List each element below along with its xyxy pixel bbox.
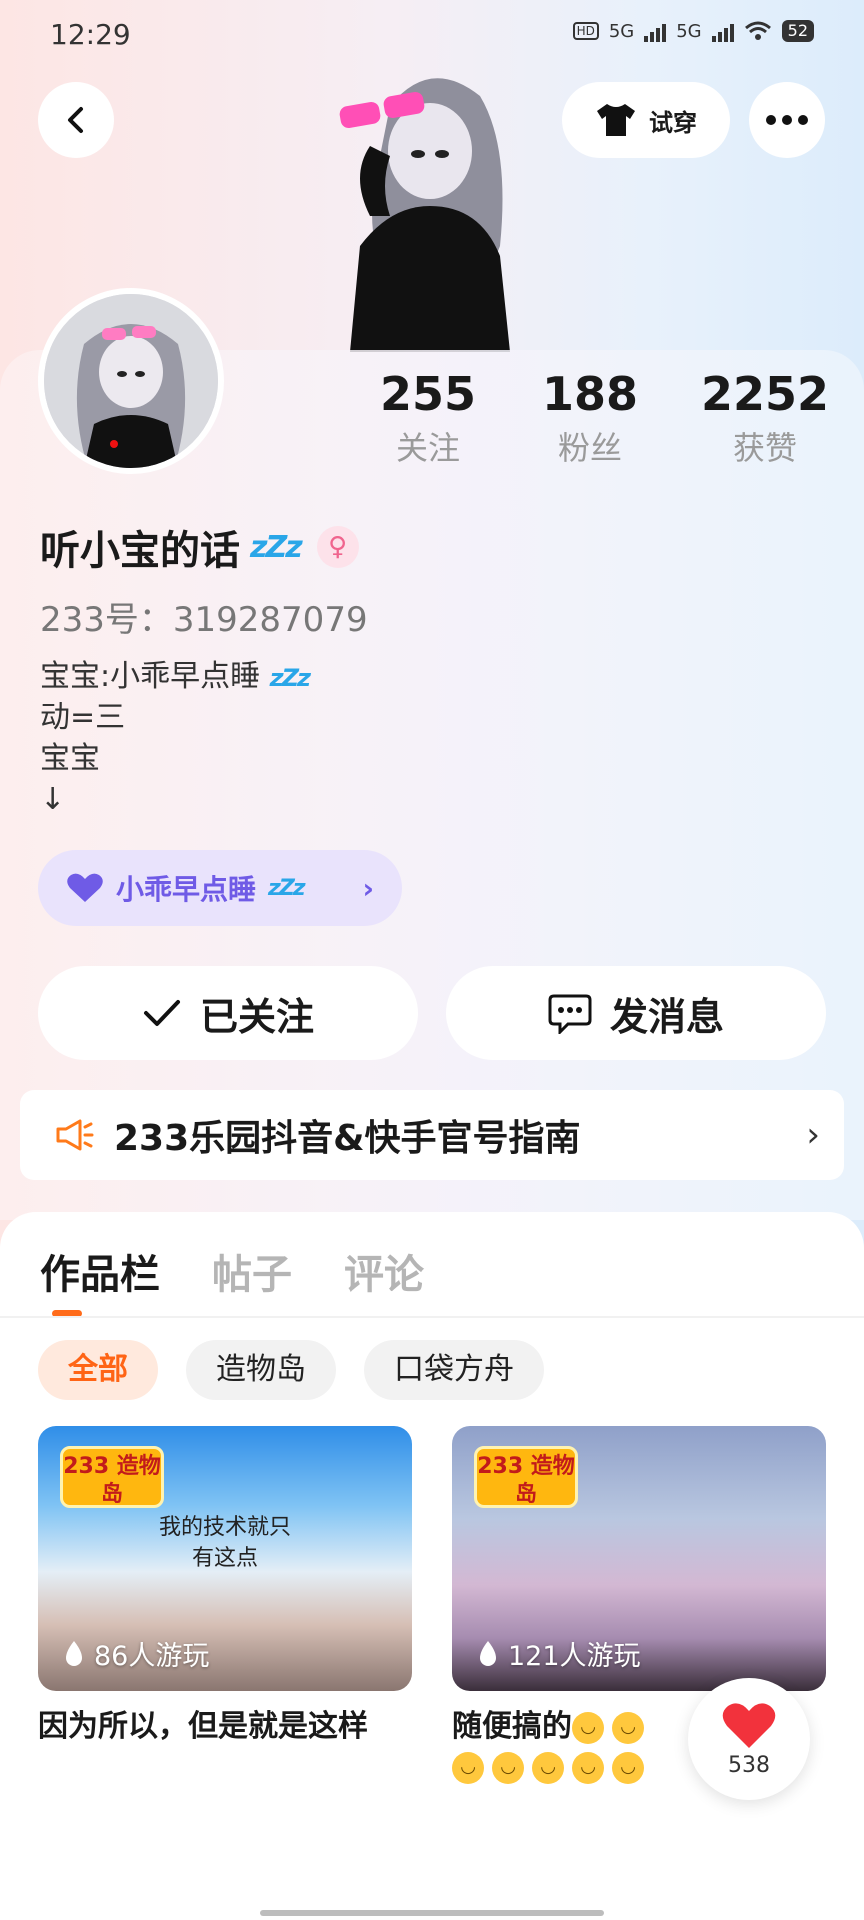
- work-thumbnail[interactable]: 233 造物岛 我的技术就只 有这点 86人游玩: [38, 1426, 412, 1691]
- stat-label: 粉丝: [557, 429, 622, 467]
- stat-value: 255: [379, 367, 477, 421]
- avatar-3d-figure: [339, 78, 510, 352]
- heart-icon: [722, 1702, 776, 1748]
- upside-down-face-icon: ◡: [572, 1711, 604, 1744]
- flame-icon: [66, 1640, 82, 1666]
- floating-like-button[interactable]: 538: [688, 1678, 810, 1800]
- filter-all[interactable]: 全部: [38, 1340, 158, 1400]
- battery-icon: 52: [781, 20, 814, 42]
- username-row: 听小宝的话 zZz ♀: [40, 518, 359, 576]
- heart-icon: [67, 873, 103, 902]
- work-title: 因为所以，但是就是这样: [38, 1709, 368, 1744]
- signal-icon-2: [711, 20, 734, 42]
- filter-chips: 全部 造物岛 口袋方舟: [38, 1340, 544, 1400]
- announcement-text: 233乐园抖音&快手官号指南: [114, 1118, 581, 1159]
- signal-icon: [644, 20, 667, 42]
- upside-down-face-icon: ◡: [532, 1751, 564, 1784]
- thumbnail-caption: 我的技术就只 有这点: [158, 1515, 291, 1571]
- game-logo: 233 造物岛: [60, 1446, 164, 1508]
- tab-bar: 作品栏 帖子 评论: [40, 1242, 424, 1300]
- more-dots-icon: [766, 115, 808, 125]
- send-message-label: 发消息: [609, 994, 724, 1039]
- bio-line: ↓: [40, 782, 66, 817]
- play-count: 121人游玩: [476, 1634, 641, 1673]
- bio-line: 宝宝: [40, 741, 100, 776]
- bio-line: 动=三: [40, 700, 126, 735]
- upside-down-face-icon: ◡: [612, 1751, 644, 1784]
- tab-posts[interactable]: 帖子: [212, 1242, 292, 1300]
- hd-icon: HD: [572, 22, 599, 40]
- bio: 宝宝:小乖早点睡 zZz 动=三 宝宝 ↓: [40, 656, 311, 820]
- stat-followers[interactable]: 188 粉丝: [540, 362, 640, 470]
- home-indicator[interactable]: [260, 1910, 604, 1916]
- game-logo: 233 造物岛: [474, 1446, 578, 1508]
- send-message-button[interactable]: 发消息: [446, 966, 826, 1060]
- stat-label: 关注: [395, 429, 460, 467]
- filter-pocket-ark[interactable]: 口袋方舟: [364, 1340, 544, 1400]
- bio-line: 宝宝:小乖早点睡 zZz: [40, 659, 311, 694]
- network-label-2: 5G: [676, 20, 702, 42]
- stat-following[interactable]: 255 关注: [378, 362, 478, 470]
- filter-creation-island[interactable]: 造物岛: [186, 1340, 336, 1400]
- intimacy-tag-button[interactable]: 小乖早点睡 zZz ›: [38, 850, 402, 926]
- divider: [0, 1316, 864, 1318]
- tab-works[interactable]: 作品栏: [40, 1242, 160, 1300]
- try-on-label: 试穿: [649, 108, 697, 137]
- tab-comments[interactable]: 评论: [344, 1242, 424, 1300]
- more-button[interactable]: [749, 82, 825, 158]
- avatar[interactable]: [38, 288, 224, 474]
- stat-value: 188: [541, 367, 639, 421]
- wifi-icon: [744, 21, 771, 40]
- avatar-image: [44, 294, 218, 468]
- status-time: 12:29: [50, 18, 131, 51]
- stat-likes[interactable]: 2252 获赞: [700, 362, 830, 470]
- stat-label: 获赞: [732, 429, 797, 467]
- upside-down-face-icon: ◡: [452, 1751, 484, 1784]
- sleep-zzz-icon: zZz: [250, 529, 303, 565]
- check-icon: [143, 1000, 180, 1026]
- female-gender-icon: ♀: [316, 526, 359, 568]
- network-label-1: 5G: [608, 20, 635, 42]
- like-count: 538: [728, 1752, 770, 1778]
- chat-bubble-icon: [548, 994, 592, 1034]
- username: 听小宝的话: [40, 528, 240, 574]
- sleep-zzz-icon: zZz: [269, 664, 311, 692]
- chevron-right-icon: ›: [362, 871, 374, 905]
- announcement-banner[interactable]: 233乐园抖音&快手官号指南 ›: [20, 1090, 844, 1180]
- upside-down-face-icon: ◡: [572, 1751, 604, 1784]
- work-card[interactable]: 233 造物岛 我的技术就只 有这点 86人游玩 因为所以，但是就是这样: [38, 1426, 412, 1747]
- user-id: 233号：319287079: [40, 600, 368, 640]
- tshirt-icon: [597, 104, 635, 136]
- work-thumbnail[interactable]: 233 造物岛 121人游玩: [452, 1426, 826, 1691]
- try-on-button[interactable]: 试穿: [562, 82, 730, 158]
- followed-button[interactable]: 已关注: [38, 966, 418, 1060]
- megaphone-icon: [56, 1119, 94, 1151]
- chevron-left-icon: [68, 107, 83, 133]
- sleep-zzz-icon: zZz: [268, 875, 306, 901]
- upside-down-face-icon: ◡: [612, 1711, 644, 1744]
- status-icons: HD 5G 5G 52: [572, 20, 814, 42]
- flame-icon: [480, 1640, 496, 1666]
- stat-value: 2252: [700, 367, 830, 421]
- back-button[interactable]: [38, 82, 114, 158]
- play-count: 86人游玩: [62, 1634, 209, 1673]
- status-bar: 12:29 HD 5G 5G 52: [0, 0, 864, 70]
- tag-label: 小乖早点睡: [116, 873, 257, 906]
- followed-label: 已关注: [199, 994, 314, 1039]
- upside-down-face-icon: ◡: [492, 1751, 524, 1784]
- chevron-right-icon: ›: [806, 1115, 820, 1155]
